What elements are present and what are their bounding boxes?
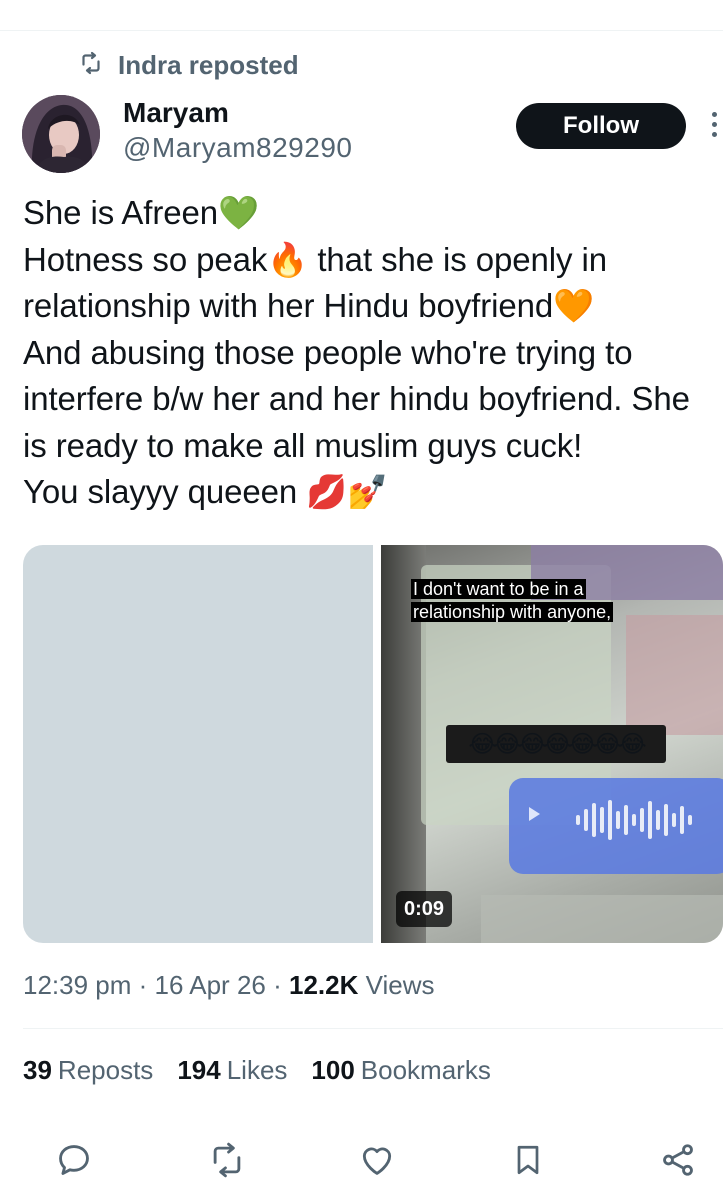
- author-block[interactable]: Maryam @Maryam829290: [123, 97, 352, 165]
- reposts-label: Reposts: [57, 1055, 154, 1085]
- top-divider: [0, 30, 723, 31]
- more-options-icon[interactable]: [706, 108, 723, 148]
- author-name[interactable]: Maryam: [123, 97, 352, 129]
- repost-context[interactable]: Indra reposted: [78, 50, 299, 81]
- like-icon[interactable]: [355, 1138, 399, 1182]
- voice-play-icon: [529, 807, 540, 821]
- media-placeholder[interactable]: [23, 545, 373, 943]
- video-caption-line2: relationship with anyone,: [411, 602, 614, 622]
- meta-separator: ·: [138, 970, 148, 1000]
- action-bar: [0, 1138, 723, 1186]
- tweet-text: She is Afreen💚 Hotness so peak🔥 that she…: [23, 194, 690, 510]
- video-frame-avatar: [626, 615, 723, 735]
- views-label[interactable]: Views: [366, 970, 435, 1000]
- video-duration-badge: 0:09: [396, 891, 453, 927]
- video-thumbnail[interactable]: I don't want to be in a relationship wit…: [381, 545, 723, 943]
- bookmarks-stat[interactable]: 100 Bookmarks: [311, 1055, 490, 1086]
- repost-icon[interactable]: [205, 1138, 249, 1182]
- views-count[interactable]: 12.2K: [289, 970, 358, 1000]
- reply-icon[interactable]: [52, 1138, 96, 1182]
- likes-label: Likes: [226, 1055, 288, 1085]
- tweet-date[interactable]: 16 Apr 26: [155, 970, 266, 1000]
- repost-icon: [78, 51, 104, 80]
- video-frame-footer: [481, 895, 723, 943]
- author-handle[interactable]: @Maryam829290: [123, 131, 352, 165]
- bookmarks-count: 100: [311, 1055, 355, 1085]
- waveform-icon: [576, 800, 692, 840]
- avatar[interactable]: [22, 95, 100, 173]
- meta-separator: ·: [273, 970, 282, 1000]
- reposts-count: 39: [23, 1055, 52, 1085]
- likes-stat[interactable]: 194 Likes: [177, 1055, 287, 1086]
- video-caption: I don't want to be in a relationship wit…: [411, 578, 614, 624]
- reposts-stat[interactable]: 39 Reposts: [23, 1055, 153, 1086]
- follow-button[interactable]: Follow: [516, 103, 686, 149]
- bookmarks-label: Bookmarks: [360, 1055, 491, 1085]
- likes-count: 194: [177, 1055, 221, 1085]
- video-emoji-overlay: 😂😂😂😂😂😂😂: [446, 725, 666, 763]
- video-caption-line1: I don't want to be in a: [411, 579, 586, 599]
- stats-divider: [23, 1028, 723, 1029]
- bookmark-icon[interactable]: [506, 1138, 550, 1182]
- tweet-meta: 12:39 pm · 16 Apr 26 · 12.2K Views: [23, 970, 435, 1001]
- engagement-stats: 39 Reposts 194 Likes 100 Bookmarks: [23, 1055, 491, 1086]
- tweet-time[interactable]: 12:39 pm: [23, 970, 131, 1000]
- repost-text: Indra reposted: [118, 50, 299, 80]
- share-icon[interactable]: [656, 1138, 700, 1182]
